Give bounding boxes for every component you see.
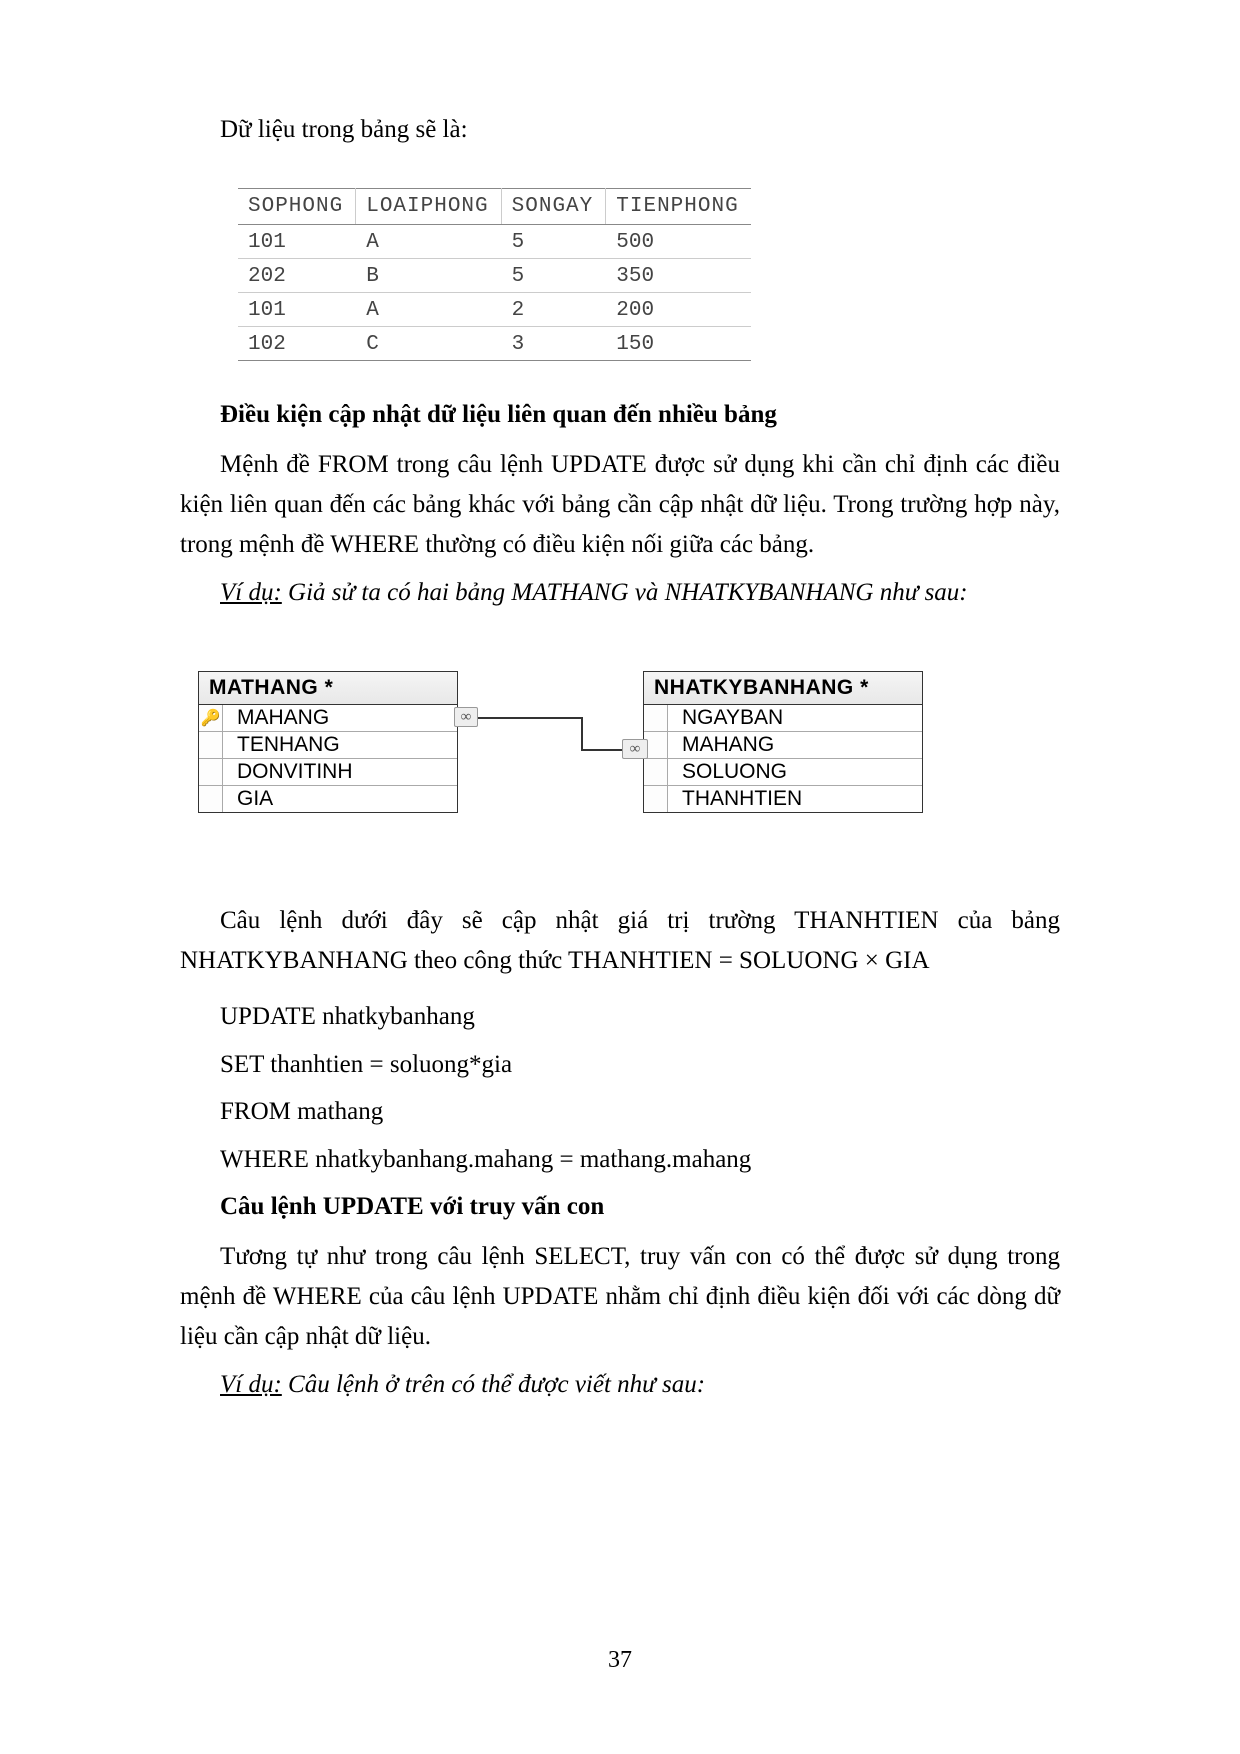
table-title-nhatky: NHATKYBANHANG * (644, 672, 922, 705)
key-cell-empty (644, 786, 668, 812)
field-name: THANHTIEN (668, 786, 816, 812)
sql-line-update: UPDATE nhatkybanhang (220, 993, 1060, 1041)
cell: A (356, 293, 501, 327)
field-row: SOLUONG (644, 759, 922, 786)
intro-text: Dữ liệu trong bảng sẽ là: (220, 110, 1060, 150)
table-row: 101 A 2 200 (238, 293, 751, 327)
cell: 150 (606, 327, 751, 361)
schema-diagram: MATHANG * 🔑 MAHANG TENHANG DONVITINH GIA… (198, 671, 1060, 851)
key-cell-empty (199, 732, 223, 758)
cell: 5 (501, 259, 606, 293)
cell: A (356, 225, 501, 259)
cell: B (356, 259, 501, 293)
field-name: SOLUONG (668, 759, 801, 785)
cell: C (356, 327, 501, 361)
paragraph-subquery: Tương tự như trong câu lệnh SELECT, truy… (180, 1237, 1060, 1357)
relation-endpoint-right: ∞ (622, 739, 648, 759)
sql-block: UPDATE nhatkybanhang SET thanhtien = sol… (220, 993, 1060, 1183)
th-loaiphong: LOAIPHONG (356, 189, 501, 225)
table-title-mathang: MATHANG * (199, 672, 457, 705)
relation-line (581, 717, 583, 751)
example-1-text: Giả sử ta có hai bảng MATHANG và NHATKYB… (282, 579, 968, 606)
field-row: MAHANG (644, 732, 922, 759)
field-row: NGAYBAN (644, 705, 922, 732)
cell: 500 (606, 225, 751, 259)
sql-line-where: WHERE nhatkybanhang.mahang = mathang.mah… (220, 1136, 1060, 1184)
field-name: NGAYBAN (668, 705, 797, 731)
example-2-text: Câu lệnh ở trên có thể được viết như sau… (282, 1371, 705, 1398)
cell: 2 (501, 293, 606, 327)
table-row: 102 C 3 150 (238, 327, 751, 361)
cell: 5 (501, 225, 606, 259)
field-name: DONVITINH (223, 759, 367, 785)
example-2-line: Ví dụ: Câu lệnh ở trên có thể được viết … (180, 1365, 1060, 1405)
cell: 200 (606, 293, 751, 327)
cell: 202 (238, 259, 356, 293)
key-cell-empty (644, 705, 668, 731)
th-sophong: SOPHONG (238, 189, 356, 225)
relation-endpoint-left: ∞ (454, 707, 478, 727)
field-row: THANHTIEN (644, 786, 922, 812)
page-number: 37 (0, 1647, 1240, 1674)
example-1-line: Ví dụ: Giả sử ta có hai bảng MATHANG và … (180, 573, 1060, 613)
table-row: 101 A 5 500 (238, 225, 751, 259)
paragraph-from-clause: Mệnh đề FROM trong câu lệnh UPDATE được … (180, 445, 1060, 565)
field-row: TENHANG (199, 732, 457, 759)
section-heading-conditions: Điều kiện cập nhật dữ liệu liên quan đến… (220, 401, 1060, 429)
field-row: 🔑 MAHANG (199, 705, 457, 732)
sql-line-set: SET thanhtien = soluong*gia (220, 1041, 1060, 1089)
field-row: DONVITINH (199, 759, 457, 786)
field-row: GIA (199, 786, 457, 812)
example-label: Ví dụ: (220, 579, 282, 606)
key-cell-empty (644, 759, 668, 785)
field-name: TENHANG (223, 732, 354, 758)
sql-line-from: FROM mathang (220, 1088, 1060, 1136)
th-songay: SONGAY (501, 189, 606, 225)
section-heading-subquery: Câu lệnh UPDATE với truy vấn con (220, 1193, 1060, 1221)
cell: 101 (238, 225, 356, 259)
key-cell-empty (199, 759, 223, 785)
cell: 101 (238, 293, 356, 327)
field-name: MAHANG (223, 705, 343, 731)
paragraph-update-desc: Câu lệnh dưới đây sẽ cập nhật giá trị tr… (180, 901, 1060, 981)
table-header-row: SOPHONG LOAIPHONG SONGAY TIENPHONG (238, 189, 751, 225)
key-cell-empty (199, 786, 223, 812)
table-box-nhatkybanhang: NHATKYBANHANG * NGAYBAN MAHANG SOLUONG T… (643, 671, 923, 813)
field-name: MAHANG (668, 732, 788, 758)
cell: 102 (238, 327, 356, 361)
cell: 350 (606, 259, 751, 293)
table-box-mathang: MATHANG * 🔑 MAHANG TENHANG DONVITINH GIA (198, 671, 458, 813)
cell: 3 (501, 327, 606, 361)
field-name: GIA (223, 786, 287, 812)
data-table: SOPHONG LOAIPHONG SONGAY TIENPHONG 101 A… (238, 188, 751, 361)
key-icon: 🔑 (199, 705, 223, 731)
example-label: Ví dụ: (220, 1371, 282, 1398)
th-tienphong: TIENPHONG (606, 189, 751, 225)
table-row: 202 B 5 350 (238, 259, 751, 293)
